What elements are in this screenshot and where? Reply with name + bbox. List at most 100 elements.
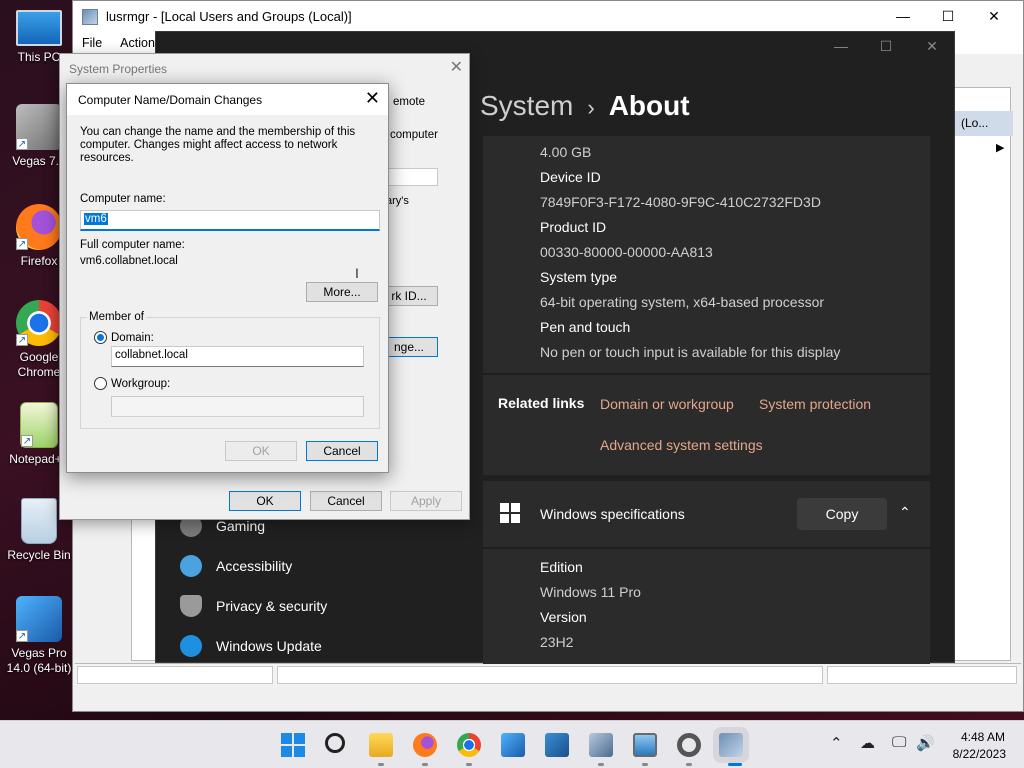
system-properties-title: System Properties xyxy=(69,62,168,76)
partial-text-ary: ary's xyxy=(386,195,409,207)
copy-button[interactable]: Copy xyxy=(797,498,887,530)
more-button[interactable]: More... xyxy=(306,282,378,302)
desktop-icon-label: Firefox xyxy=(20,254,58,268)
link-advanced-system-settings[interactable]: Advanced system settings xyxy=(600,437,763,453)
full-name-value: vm6.collabnet.local xyxy=(80,255,178,267)
computer-name-dialog-title: Computer Name/Domain Changes xyxy=(78,93,263,107)
windows-logo-icon xyxy=(500,503,520,523)
domain-input[interactable]: collabnet.local xyxy=(111,346,364,367)
firefox-icon: ↗ xyxy=(16,204,62,250)
desktop-icon-label: Google Chrome xyxy=(17,350,61,379)
clock-date[interactable]: 8/22/2023 xyxy=(946,747,1006,761)
file-explorer-icon[interactable] xyxy=(369,733,393,757)
search-icon[interactable] xyxy=(325,733,345,753)
computer-name-label: Computer name: xyxy=(80,193,166,205)
pen-touch-label: Pen and touch xyxy=(540,319,631,335)
close-button[interactable]: ✕ xyxy=(971,1,1017,32)
clock-time[interactable]: 4:48 AM xyxy=(957,730,1005,744)
breadcrumb-system[interactable]: System xyxy=(480,90,573,121)
remote-desktop-icon[interactable] xyxy=(633,733,657,757)
settings-maximize-button[interactable]: ☐ xyxy=(863,38,909,55)
sysprops-apply-button[interactable]: Apply xyxy=(390,491,462,511)
minimize-button[interactable]: — xyxy=(880,1,926,32)
close-icon[interactable]: ✕ xyxy=(365,88,380,109)
monitor-icon xyxy=(16,10,62,46)
domain-radio[interactable] xyxy=(94,331,107,344)
settings-app-icon[interactable] xyxy=(545,733,569,757)
nav-accessibility[interactable]: Accessibility xyxy=(180,550,292,582)
sysprops-ok-button[interactable]: OK xyxy=(229,491,301,511)
system-type-value: 64-bit operating system, x64-based proce… xyxy=(540,294,825,310)
computer-name-input[interactable]: vm6 xyxy=(80,210,380,231)
chrome-icon: ↗ xyxy=(16,300,62,346)
system-type-label: System type xyxy=(540,269,618,285)
chevron-up-icon[interactable]: ⌃ xyxy=(830,734,843,752)
link-domain-or-workgroup[interactable]: Domain or workgroup xyxy=(600,396,734,412)
running-indicator xyxy=(598,763,604,766)
breadcrumb-about: About xyxy=(608,90,690,121)
gear-icon[interactable] xyxy=(677,733,701,757)
version-value: 23H2 xyxy=(540,634,574,650)
shortcut-arrow-icon: ↗ xyxy=(16,138,28,150)
speaker-icon[interactable]: 🔊 xyxy=(916,734,935,752)
desktop-icon-label: Vegas Pro 14.0 (64-bit) xyxy=(6,646,72,675)
nav-label: Privacy & security xyxy=(216,598,328,614)
breadcrumb-chevron-icon: › xyxy=(587,95,595,120)
firefox-icon[interactable] xyxy=(413,733,437,757)
ram-value: 4.00 GB xyxy=(540,144,592,160)
recycle-bin-icon xyxy=(21,498,57,544)
expand-arrow-icon[interactable]: ▶ xyxy=(996,141,1004,154)
chevron-up-icon[interactable]: ⌃ xyxy=(899,504,911,521)
status-pane-2 xyxy=(277,666,823,684)
vegas-icon: ↗ xyxy=(16,104,62,150)
tab-remote[interactable]: emote xyxy=(393,96,425,108)
cnd-ok-button[interactable]: OK xyxy=(225,441,297,461)
shortcut-arrow-icon: ↗ xyxy=(16,334,28,346)
desktop-icon-vegas-pro[interactable]: ↗ Vegas Pro 14.0 (64-bit) xyxy=(3,596,75,676)
menu-file[interactable]: File xyxy=(73,36,111,50)
related-links-label: Related links xyxy=(498,395,585,411)
cnd-cancel-button[interactable]: Cancel xyxy=(306,441,378,461)
vegas-pro-icon: ↗ xyxy=(16,596,62,642)
network-icon[interactable]: 🖵 xyxy=(892,734,906,751)
settings-minimize-button[interactable]: — xyxy=(818,38,864,54)
computer-name-dialog-titlebar: Computer Name/Domain Changes xyxy=(67,84,388,115)
sysprops-cancel-button[interactable]: Cancel xyxy=(310,491,382,511)
windows-update-icon xyxy=(180,635,202,657)
windows-specs-title: Windows specifications xyxy=(540,506,685,522)
running-indicator xyxy=(642,763,648,766)
status-pane-1 xyxy=(77,666,273,684)
shortcut-arrow-icon: ↗ xyxy=(21,435,33,447)
link-system-protection[interactable]: System protection xyxy=(759,396,871,412)
nav-label: Accessibility xyxy=(216,558,293,574)
workgroup-label: Workgroup: xyxy=(111,378,171,390)
nav-privacy-security[interactable]: Privacy & security xyxy=(180,590,327,622)
nav-windows-update[interactable]: Windows Update xyxy=(180,630,322,662)
lusrmgr-taskbar-icon[interactable] xyxy=(719,733,743,757)
computer-name-selected-text: vm6 xyxy=(84,213,108,225)
lusrmgr-statusbar xyxy=(75,663,1021,685)
breadcrumb: System › About xyxy=(480,90,690,122)
maximize-button[interactable]: ☐ xyxy=(925,1,971,32)
accessibility-icon xyxy=(180,555,202,577)
network-off-icon[interactable]: ☁ xyxy=(860,734,875,752)
shortcut-arrow-icon: ↗ xyxy=(16,238,28,250)
nav-label: Windows Update xyxy=(216,638,322,654)
desktop-icon-label: Vegas 7.0 xyxy=(12,154,66,168)
intro-text: You can change the name and the membersh… xyxy=(80,126,356,164)
product-id-value: 00330-80000-00000-AA813 xyxy=(540,244,713,260)
start-windows-icon[interactable] xyxy=(281,733,305,757)
pen-touch-value: No pen or touch input is available for t… xyxy=(540,344,841,360)
lusrmgr-column-header[interactable]: (Lo... xyxy=(955,111,1013,136)
full-name-label: Full computer name: xyxy=(80,239,185,251)
text-cursor-icon: I xyxy=(355,265,359,281)
running-indicator xyxy=(728,763,742,766)
desktop-icon-label: This PC xyxy=(17,50,61,64)
workgroup-input[interactable] xyxy=(111,396,364,417)
vegas-pro-icon[interactable] xyxy=(501,733,525,757)
workgroup-radio[interactable] xyxy=(94,377,107,390)
chrome-icon[interactable] xyxy=(457,733,481,757)
settings-close-button[interactable]: ✕ xyxy=(909,38,955,55)
close-icon[interactable]: ✕ xyxy=(450,57,463,77)
computer-management-icon[interactable] xyxy=(589,733,613,757)
